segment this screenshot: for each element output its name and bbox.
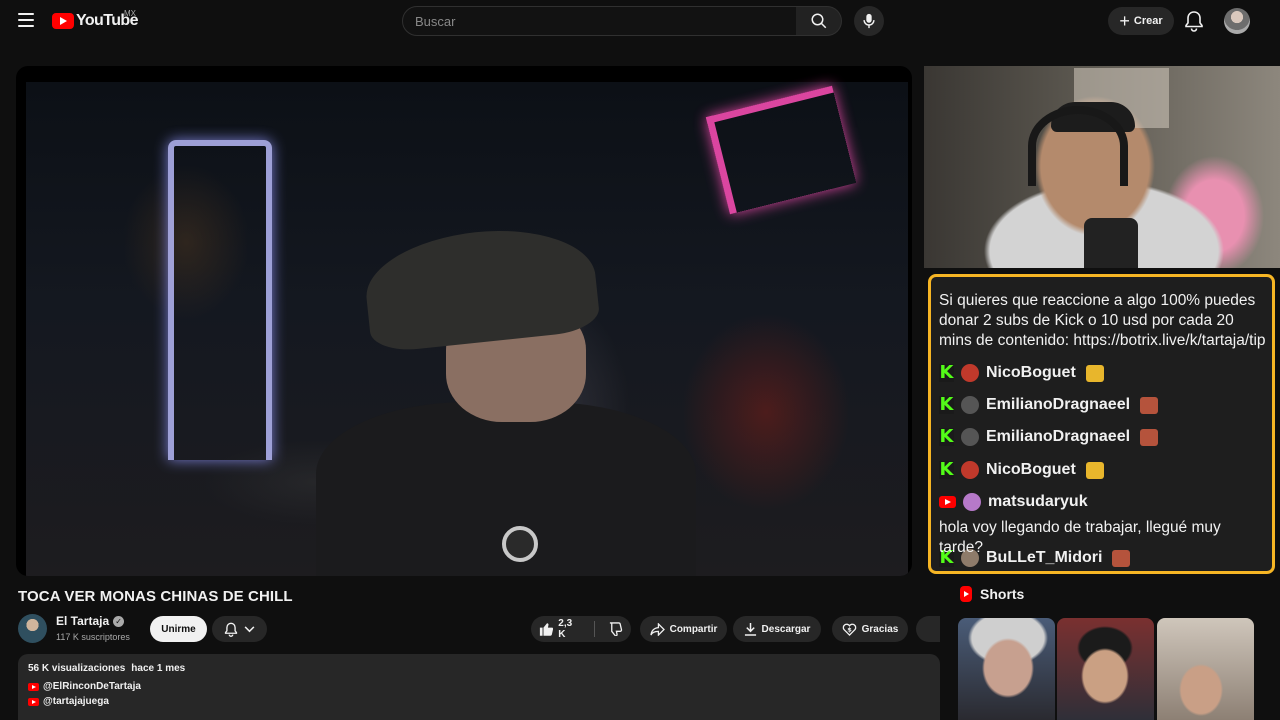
mic-icon — [863, 13, 875, 29]
kick-icon: K — [939, 394, 954, 415]
create-button[interactable]: + Crear — [1108, 7, 1174, 35]
video-player[interactable] — [16, 66, 912, 576]
video-frame — [26, 82, 908, 576]
voice-search-button[interactable] — [854, 6, 884, 36]
streamer-webcam — [924, 66, 1280, 268]
shorts-icon — [960, 586, 972, 602]
youtube-icon — [52, 13, 74, 29]
chat-user-avatar — [961, 428, 979, 446]
chat-user-avatar — [963, 493, 981, 511]
like-divider — [594, 621, 595, 637]
chat-emote — [1085, 461, 1104, 479]
chat-row: K EmilianoDragnaeel — [939, 393, 1159, 417]
share-icon — [649, 622, 665, 636]
description-link[interactable]: @ElRinconDeTartaja — [28, 681, 930, 692]
chat-overlay: Si quieres que reaccione a algo 100% pue… — [928, 274, 1275, 574]
top-bar: YouTube MX + Crear — [0, 0, 1280, 42]
chat-row: K NicoBoguet — [939, 361, 1104, 385]
chat-message: hola voy llegando de trabajar, llegué mu… — [939, 519, 1221, 556]
chat-row: K NicoBoguet — [939, 458, 1104, 482]
search-input[interactable] — [402, 6, 797, 36]
short-thumbnail[interactable] — [958, 618, 1055, 720]
neon-light-pink — [705, 85, 857, 215]
like-dislike-group: 2,3 K — [531, 616, 631, 642]
chat-emote — [1085, 364, 1104, 382]
like-button[interactable]: 2,3 K — [531, 616, 589, 642]
chat-username: matsudaryuk — [988, 493, 1088, 510]
singer-medallion — [502, 526, 538, 562]
channel-avatar[interactable] — [18, 614, 47, 643]
headset-icon — [1028, 106, 1128, 186]
share-label: Compartir — [669, 623, 718, 635]
microphone — [1084, 218, 1138, 268]
short-thumbnail[interactable] — [1057, 618, 1154, 720]
thanks-button[interactable]: $ Gracias — [832, 616, 908, 642]
short-thumbnail[interactable] — [1157, 618, 1254, 720]
youtube-icon — [28, 697, 39, 706]
thanks-label: Gracias — [861, 623, 899, 635]
notifications-button[interactable] — [212, 616, 267, 642]
youtube-icon — [939, 496, 956, 508]
like-icon — [539, 623, 554, 636]
channel-link-label: @ElRinconDeTartaja — [43, 681, 141, 692]
menu-icon[interactable] — [18, 13, 34, 27]
youtube-logo[interactable]: YouTube MX — [52, 9, 138, 30]
chat-bot-message: Si quieres que reaccione a algo 100% pue… — [939, 292, 1266, 349]
chat-username: EmilianoDragnaeel — [986, 396, 1131, 413]
view-count: 56 K visualizaciones — [28, 663, 126, 674]
channel-link-label: @tartajajuega — [43, 696, 109, 707]
search-button[interactable] — [796, 6, 842, 36]
shorts-label: Shorts — [980, 586, 1025, 602]
join-button[interactable]: Unirme — [150, 616, 207, 642]
upload-date: hace 1 mes — [131, 663, 186, 674]
neon-light — [168, 140, 272, 460]
share-button[interactable]: Compartir — [640, 616, 727, 642]
channel-name: El Tartaja — [56, 614, 110, 628]
chat-user-avatar — [961, 364, 979, 382]
logo-country: MX — [124, 9, 136, 18]
download-label: Descargar — [761, 623, 811, 635]
bell-icon[interactable] — [1184, 10, 1204, 32]
chat-emote — [1140, 396, 1159, 414]
chat-row: matsudaryuk — [939, 490, 1088, 514]
download-button[interactable]: Descargar — [733, 616, 821, 642]
plus-icon: + — [1119, 11, 1130, 31]
chat-row: K EmilianoDragnaeel — [939, 425, 1159, 449]
chat-username: EmilianoDragnaeel — [986, 428, 1131, 445]
search-icon — [811, 13, 826, 29]
video-title: TOCA VER MONAS CHINAS DE CHILL — [18, 588, 293, 605]
create-label: Crear — [1133, 15, 1163, 27]
dislike-button[interactable] — [600, 616, 631, 642]
more-actions-button[interactable] — [916, 616, 940, 642]
kick-icon: K — [939, 362, 954, 383]
shorts-header: Shorts — [960, 586, 1024, 602]
dislike-icon — [609, 622, 623, 636]
channel-name-link[interactable]: El Tartaja ✓ — [56, 614, 125, 628]
chat-user-avatar — [961, 396, 979, 414]
chat-username: NicoBoguet — [986, 461, 1076, 478]
kick-icon: K — [939, 459, 954, 480]
chat-username: NicoBoguet — [986, 364, 1076, 381]
chevron-down-icon — [244, 625, 255, 632]
description-link[interactable]: @tartajajuega — [28, 696, 930, 707]
svg-text:$: $ — [847, 625, 852, 633]
like-count: 2,3 K — [558, 618, 573, 640]
account-avatar[interactable] — [1224, 8, 1250, 34]
download-icon — [744, 622, 756, 636]
bell-icon — [224, 622, 238, 637]
verified-icon: ✓ — [113, 615, 125, 627]
channel-subscribers: 117 K suscriptores — [56, 632, 130, 642]
kick-icon: K — [939, 426, 954, 447]
youtube-icon — [28, 682, 39, 691]
chat-user-avatar — [961, 461, 979, 479]
thanks-icon: $ — [842, 623, 856, 636]
description-meta: 56 K visualizaciones hace 1 mes — [28, 663, 930, 674]
chat-emote — [1140, 428, 1159, 446]
description-box[interactable]: 56 K visualizaciones hace 1 mes @ElRinco… — [18, 654, 940, 720]
